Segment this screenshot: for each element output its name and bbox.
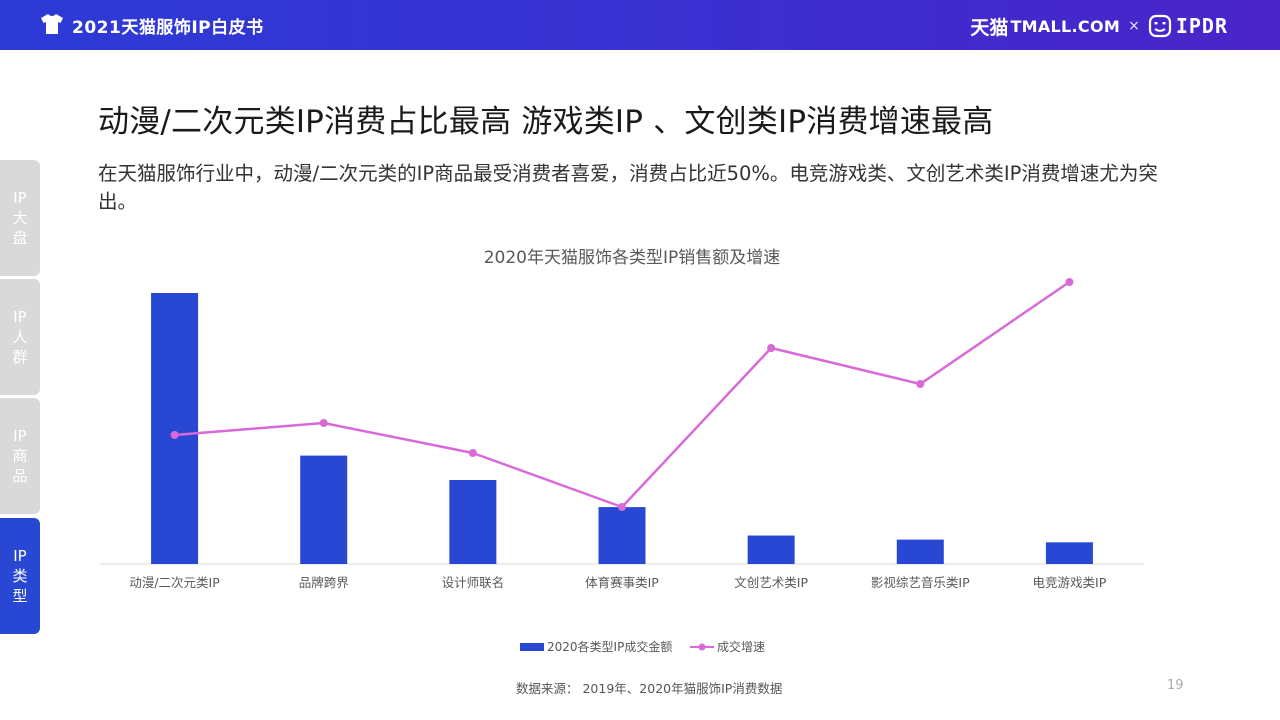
chart-title: 2020年天猫服饰各类型IP销售额及增速 xyxy=(484,248,781,268)
x-tick-label: 动漫/二次元类IP xyxy=(129,575,220,590)
legend-swatch-marker xyxy=(698,643,706,651)
growth-point-6 xyxy=(1065,278,1074,286)
bar-6 xyxy=(1045,542,1093,564)
legend-label-line: 成交增速 xyxy=(717,639,765,654)
legend-swatch-bar xyxy=(520,643,544,651)
x-tick-label: 设计师联名 xyxy=(442,575,505,590)
growth-point-3 xyxy=(618,503,626,511)
data-source-note: 数据来源： 2019年、2020年猫服饰IP消费数据 xyxy=(516,681,783,696)
chart-legend: 2020各类型IP成交金额 成交增速 xyxy=(520,639,765,654)
growth-point-5 xyxy=(916,380,925,388)
ip-sales-growth-chart: 2020年天猫服饰各类型IP销售额及增速 动漫/二次元类IP 品牌跨界 设计师联名 体… xyxy=(100,248,1144,654)
x-tick-label: 文创艺术类IP xyxy=(734,575,808,590)
growth-point-2 xyxy=(468,449,477,457)
growth-point-1 xyxy=(319,419,328,427)
legend-label-bar: 2020各类型IP成交金额 xyxy=(547,639,672,654)
bar-3 xyxy=(598,507,646,564)
bar-1 xyxy=(300,455,348,564)
x-tick-label: 体育赛事类IP xyxy=(585,575,659,590)
bar-2 xyxy=(449,479,497,564)
x-tick-label: 品牌跨界 xyxy=(299,575,350,590)
bars-layer xyxy=(151,293,1093,564)
page-number: 19 xyxy=(1167,678,1184,693)
bar-5 xyxy=(896,539,944,564)
x-tick-label: 影视综艺音乐类IP xyxy=(871,575,970,590)
growth-point-4 xyxy=(767,344,776,352)
x-tick-labels: 动漫/二次元类IP 品牌跨界 设计师联名 体育赛事类IP 文创艺术类IP 影视综艺音乐类I… xyxy=(129,575,1106,590)
growth-point-0 xyxy=(170,431,179,439)
bar-0 xyxy=(151,293,199,564)
bar-4 xyxy=(747,535,795,564)
x-tick-label: 电竞游戏类IP xyxy=(1033,575,1107,590)
